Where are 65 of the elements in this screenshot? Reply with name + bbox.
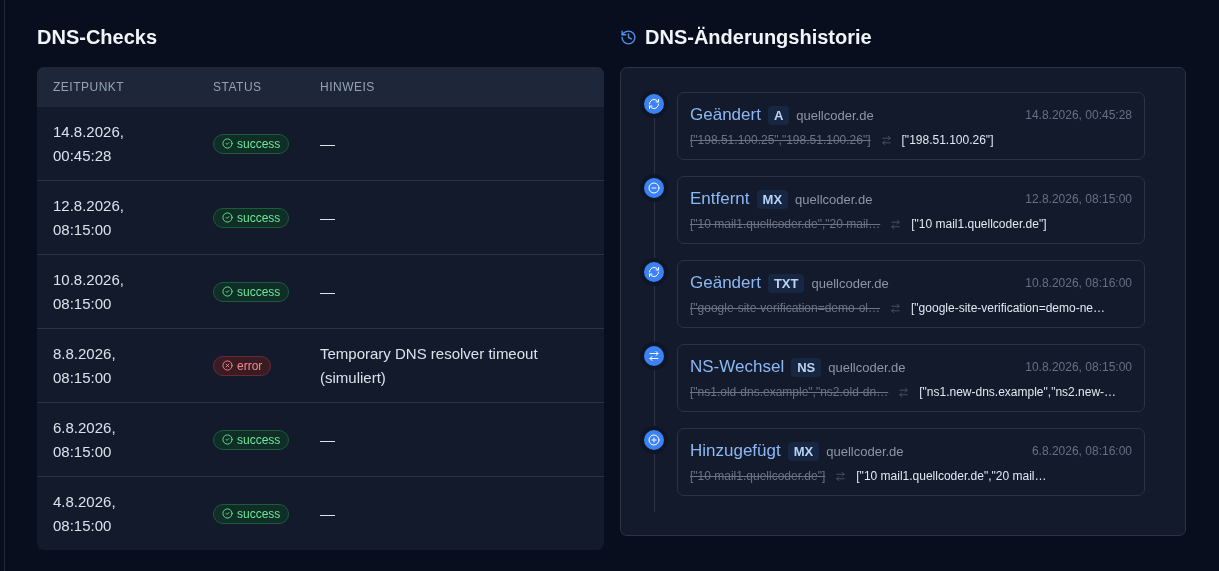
new-value: ["198.51.100.26"]: [901, 133, 994, 147]
domain-text: quellcoder.de: [796, 107, 874, 123]
table-cell-text: Temporary DNS resolver timeout (simuliert): [320, 343, 539, 388]
record-type-tag: TXT: [767, 273, 805, 293]
change-action: Entfernt: [690, 189, 750, 209]
history-icon: [620, 28, 637, 46]
table-cell-text: 14.8.2026, 00:45:28: [53, 121, 125, 166]
table-cell-text: 6.8.2026, 08:15:00: [53, 417, 117, 462]
change-action: NS-Wechsel: [690, 357, 785, 377]
timestamp: 14.8.2026, 00:45:28: [1025, 108, 1132, 122]
old-value: ["google-site-verification=demo-ol…: [690, 301, 880, 315]
table-cell-text: 10.8.2026, 08:15:00: [53, 269, 125, 314]
table-cell-text: —: [320, 429, 336, 450]
status-badge: success: [213, 207, 290, 228]
record-type-tag: MX: [756, 189, 789, 209]
table-cell-text: —: [320, 281, 336, 302]
table-cell-text: 12.8.2026, 08:15:00: [53, 195, 125, 240]
domain-text: quellcoder.de: [811, 275, 889, 291]
status-badge: error: [213, 355, 272, 376]
old-value: ["ns1.old-dns.example","ns2.old-dn…: [690, 385, 889, 399]
timestamp: 10.8.2026, 08:16:00: [1025, 276, 1132, 290]
swap-icon: [890, 218, 902, 230]
record-type-tag: MX: [787, 441, 820, 461]
status-badge: success: [213, 503, 290, 524]
swap-icon: [880, 134, 892, 146]
column-header: STATUS: [213, 80, 263, 94]
timestamp: 6.8.2026, 08:16:00: [1031, 444, 1132, 458]
domain-text: quellcoder.de: [795, 191, 873, 207]
change-action: Geändert: [690, 273, 761, 293]
check-circle-icon: [222, 286, 233, 297]
change-action: Hinzugefügt: [690, 441, 781, 461]
check-circle-icon: [222, 508, 233, 519]
check-circle-icon: [222, 434, 233, 445]
swap-icon: [898, 386, 910, 398]
status-badge: success: [213, 281, 290, 302]
new-value: ["ns1.new-dns.example","ns2.new-…: [919, 385, 1117, 399]
old-value: ["198.51.100.25","198.51.100.26"]: [690, 133, 871, 147]
status-badge: success: [213, 133, 290, 154]
domain-text: quellcoder.de: [826, 443, 904, 459]
table-cell-text: 8.8.2026, 08:15:00: [53, 343, 117, 388]
x-circle-icon: [222, 360, 233, 371]
table-cell-text: —: [320, 133, 336, 154]
status-badge: success: [213, 429, 290, 450]
timestamp: 12.8.2026, 08:15:00: [1025, 192, 1132, 206]
section-title: DNS-Checks: [37, 25, 158, 49]
check-circle-icon: [222, 212, 233, 223]
swap-icon: [835, 470, 847, 482]
domain-text: quellcoder.de: [828, 359, 906, 375]
table-cell-text: —: [320, 503, 336, 524]
timestamp: 10.8.2026, 08:15:00: [1025, 360, 1132, 374]
new-value: ["10 mail1.quellcoder.de","20 mail…: [856, 469, 1047, 483]
column-header: HINWEIS: [320, 80, 376, 94]
new-value: ["google-site-verification=demo-ne…: [911, 301, 1106, 315]
table-cell-text: 4.8.2026, 08:15:00: [53, 491, 117, 536]
old-value: ["10 mail1.quellcoder.de"]: [690, 469, 826, 483]
record-type-tag: NS: [791, 357, 822, 377]
old-value: ["10 mail1.quellcoder.de","20 mail…: [690, 217, 881, 231]
column-header: ZEITPUNKT: [53, 80, 126, 94]
table-cell-text: —: [320, 207, 336, 228]
check-circle-icon: [222, 138, 233, 149]
new-value: ["10 mail1.quellcoder.de"]: [911, 217, 1047, 231]
record-type-tag: A: [767, 105, 790, 125]
swap-icon: [890, 302, 901, 314]
section-title: DNS-Änderungshistorie: [645, 25, 872, 49]
change-action: Geändert: [690, 105, 761, 125]
